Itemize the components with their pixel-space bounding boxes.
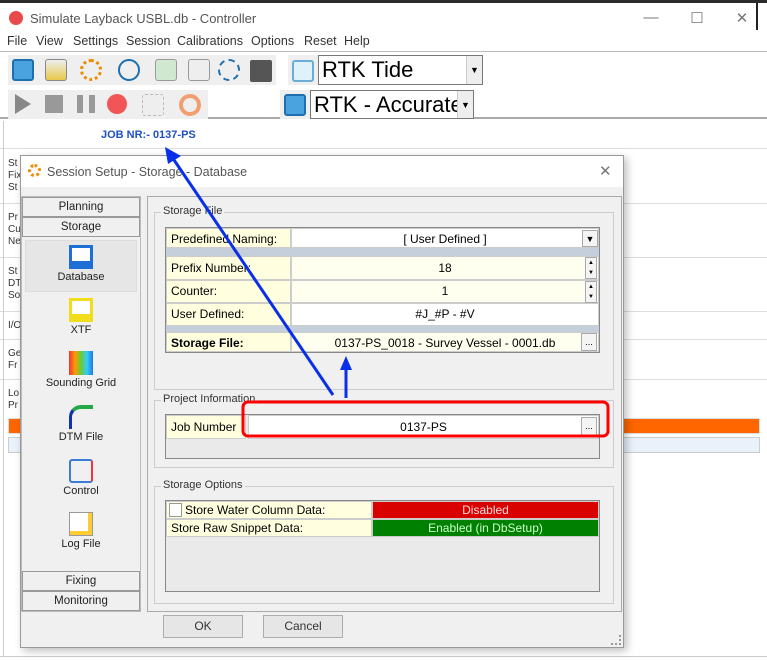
storage-file-group: Storage File Predefined Naming: [ User D… [154, 205, 614, 390]
user-defined-label: User Defined: [166, 303, 291, 326]
tide-combo-value: RTK Tide [322, 57, 414, 82]
menu-reset[interactable]: Reset [304, 34, 337, 48]
clipboard-search-icon[interactable] [188, 59, 210, 81]
nav-item-dtm-file[interactable]: DTM File [25, 401, 137, 453]
menu-bar: File View Settings Session Calibrations … [0, 31, 767, 51]
toolbar: RTK Tide ▼ RTK - Accurate ▼ [0, 51, 767, 119]
group-label: Project Information [161, 393, 258, 405]
nav-item-database[interactable]: Database [25, 240, 137, 292]
tide-combo[interactable]: RTK Tide ▼ [318, 55, 483, 85]
bg-row-label: Lo Pr [8, 388, 20, 411]
nav-item-xtf[interactable]: XTF [25, 294, 137, 346]
dtm-icon [69, 405, 93, 429]
folder-icon[interactable] [250, 60, 272, 82]
lifebuoy-icon[interactable] [179, 94, 201, 116]
spinner-icon[interactable]: ▲ ▼ [585, 257, 597, 279]
log-file-icon [69, 512, 93, 536]
menu-session[interactable]: Session [126, 34, 170, 48]
storage-options-group: Storage Options Store Water Column Data:… [154, 479, 614, 604]
job-bar: JOB NR:- 0137-PS [0, 121, 767, 149]
nav-item-log-file[interactable]: Log File [25, 508, 137, 560]
predefined-naming-select[interactable]: [ User Defined ] ▼ [291, 228, 599, 248]
counter-field[interactable]: 1 ▲ ▼ [291, 280, 599, 303]
menu-settings[interactable]: Settings [73, 34, 118, 48]
job-number-label: Job Number [166, 415, 246, 439]
floppy-yellow-icon [69, 298, 93, 322]
calculator-icon[interactable] [12, 59, 34, 81]
nav-panel: Planning Storage Database XTF Sounding G… [21, 196, 141, 612]
user-defined-field[interactable]: #J_#P - #V [291, 303, 599, 326]
dialog-close-button[interactable]: ✕ [599, 162, 612, 180]
chart-icon[interactable] [45, 59, 67, 81]
nav-fixing[interactable]: Fixing [22, 571, 140, 591]
stop-icon[interactable] [45, 95, 63, 113]
browse-button[interactable]: ... [581, 417, 597, 437]
monitor-icon [292, 60, 314, 82]
export-icon[interactable] [155, 59, 177, 81]
gears-icon [28, 164, 41, 177]
group-label: Storage File [161, 205, 225, 217]
job-number-label: JOB NR:- 0137-PS [101, 129, 196, 141]
spinner-icon[interactable]: ▲ ▼ [585, 281, 597, 303]
minimize-button[interactable]: — [636, 9, 666, 29]
chevron-down-icon[interactable]: ▼ [582, 230, 598, 247]
prefix-number-field[interactable]: 18 ▲ ▼ [291, 256, 599, 280]
menu-calibrations[interactable]: Calibrations [177, 34, 243, 48]
power-icon [9, 11, 23, 25]
group-label: Storage Options [161, 479, 245, 491]
dialog-title-bar: Session Setup - Storage - Database ✕ [21, 156, 623, 187]
cancel-button[interactable]: Cancel [263, 615, 343, 638]
raw-snippet-status[interactable]: Enabled (in DbSetup) [372, 519, 599, 537]
chevron-down-icon[interactable]: ▼ [466, 56, 482, 84]
storage-file-field[interactable]: 0137-PS_0018 - Survey Vessel - 0001.db..… [291, 332, 599, 352]
resize-grip[interactable] [611, 635, 621, 645]
floppy-icon [69, 245, 93, 269]
counter-label: Counter: [166, 280, 291, 303]
job-number-field[interactable]: 0137-PS... [248, 415, 599, 439]
menu-file[interactable]: File [7, 34, 27, 48]
calculator-icon [284, 94, 306, 116]
chevron-down-icon[interactable]: ▼ [457, 91, 473, 118]
window-title: Simulate Layback USBL.db - Controller [30, 11, 257, 26]
globe-edit-icon[interactable] [118, 59, 140, 81]
accuracy-combo[interactable]: RTK - Accurate ▼ [310, 90, 474, 119]
wrench-hand-icon[interactable] [142, 94, 164, 116]
accuracy-combo-value: RTK - Accurate [314, 92, 463, 117]
io-sync-icon[interactable] [218, 59, 240, 81]
menu-options[interactable]: Options [251, 34, 294, 48]
menu-help[interactable]: Help [344, 34, 370, 48]
predefined-naming-label: Predefined Naming: [166, 228, 291, 248]
control-icon [69, 459, 93, 483]
bg-row-label: Pr Cu Ne [8, 212, 21, 247]
record-icon[interactable] [107, 94, 127, 114]
gears-icon[interactable] [80, 59, 102, 81]
water-column-label: Store Water Column Data: [166, 501, 372, 519]
project-information-group: Project Information Job Number 0137-PS..… [154, 393, 614, 468]
session-setup-dialog: Session Setup - Storage - Database ✕ Pla… [20, 155, 624, 648]
grid-icon [69, 351, 93, 375]
title-bar: Simulate Layback USBL.db - Controller — … [0, 3, 758, 30]
database-panel: Storage File Predefined Naming: [ User D… [147, 196, 622, 612]
menu-view[interactable]: View [36, 34, 63, 48]
browse-button[interactable]: ... [581, 333, 597, 351]
pause-icon[interactable] [77, 95, 95, 113]
nav-item-sounding-grid[interactable]: Sounding Grid [25, 347, 137, 399]
maximize-button[interactable]: ☐ [682, 9, 712, 29]
water-column-status[interactable]: Disabled [372, 501, 599, 519]
nav-monitoring[interactable]: Monitoring [22, 591, 140, 611]
dialog-title: Session Setup - Storage - Database [47, 165, 248, 179]
prefix-number-label: Prefix Number: [166, 256, 291, 280]
nav-item-control[interactable]: Control [25, 455, 137, 507]
storage-file-label: Storage File: [166, 332, 291, 352]
close-button[interactable]: ✕ [727, 9, 757, 29]
play-icon[interactable] [15, 94, 31, 114]
nav-planning[interactable]: Planning [22, 197, 140, 217]
nav-storage[interactable]: Storage [22, 217, 140, 237]
water-column-checkbox[interactable] [169, 503, 182, 517]
raw-snippet-label: Store Raw Snippet Data: [166, 519, 372, 537]
ok-button[interactable]: OK [163, 615, 243, 638]
